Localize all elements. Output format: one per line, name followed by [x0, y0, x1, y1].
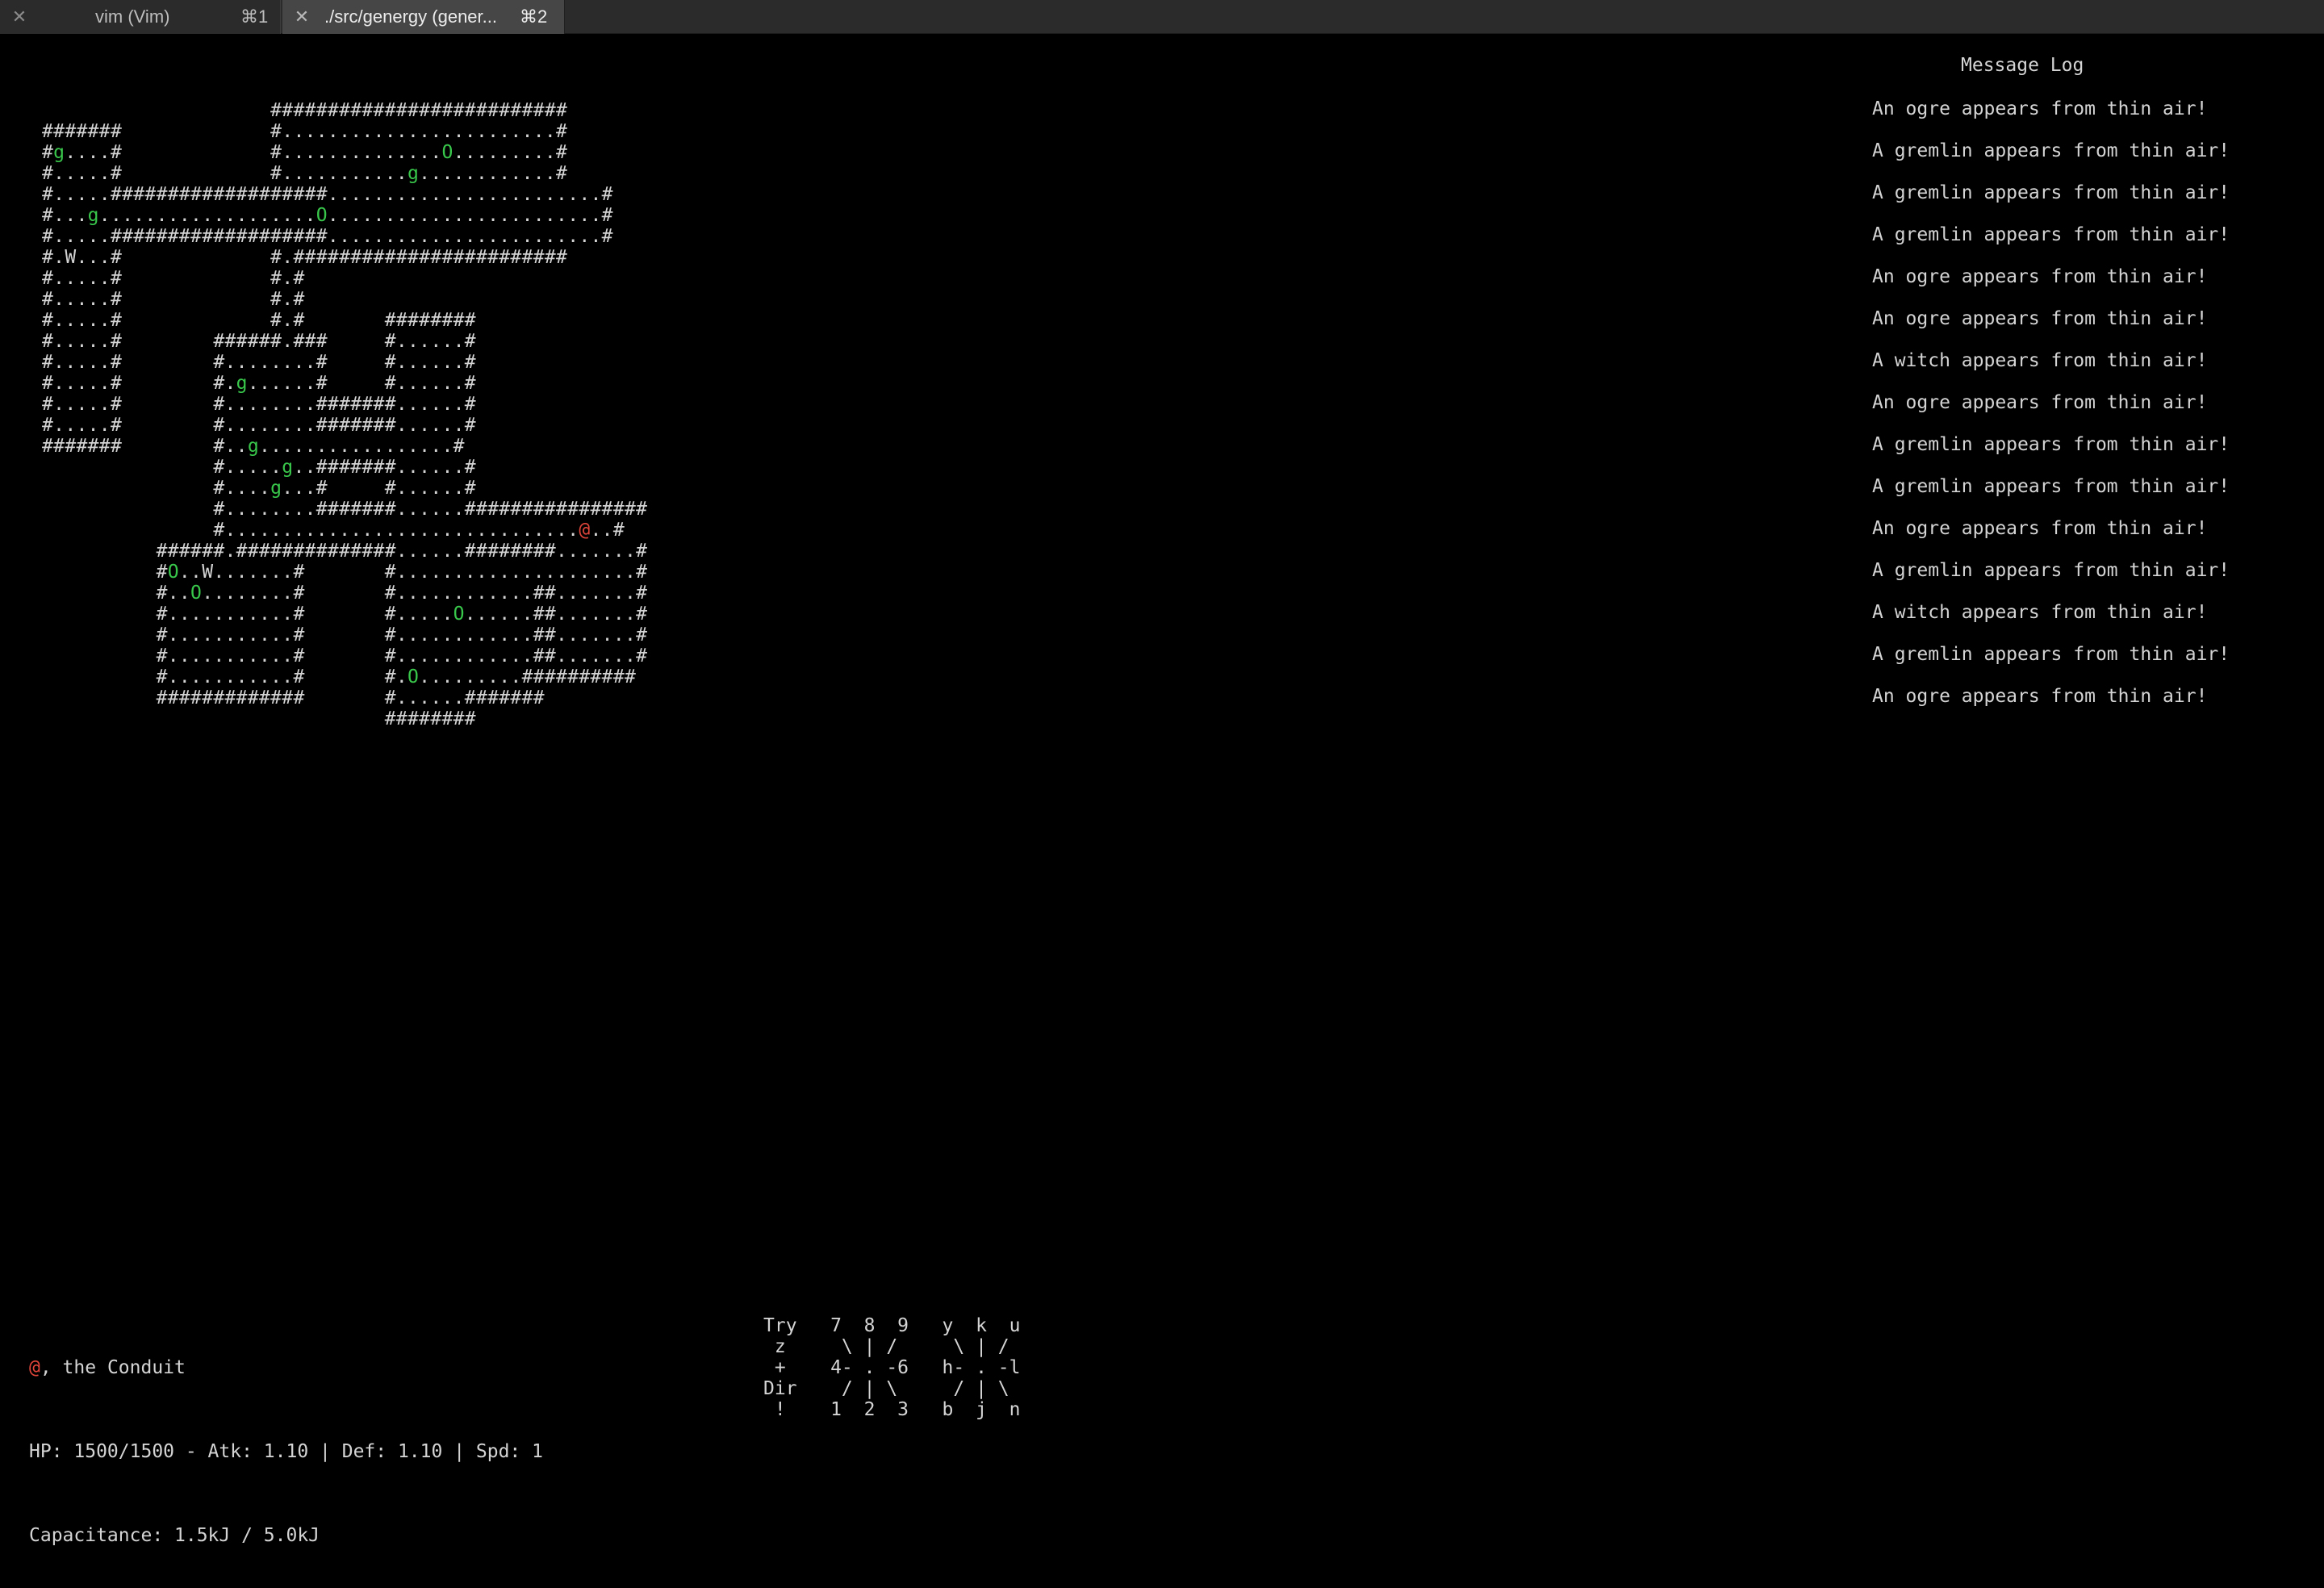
- monster-glyph: g: [247, 436, 259, 457]
- direction-help-line: + 4- . -6 h- . -l: [763, 1357, 1021, 1378]
- close-tab-icon[interactable]: ✕: [294, 8, 310, 26]
- direction-help-line: ! 1 2 3 b j n: [763, 1399, 1021, 1420]
- monster-glyph: g: [236, 373, 248, 394]
- monster-glyph: g: [53, 142, 65, 163]
- map-row: #.....# #.#: [42, 268, 305, 289]
- log-message: A witch appears from thin air!: [1872, 350, 2208, 371]
- map-row: #.....###################...............…: [42, 184, 613, 205]
- player-glyph: @: [29, 1357, 40, 1378]
- map-row: #.....# #.# ########: [42, 310, 476, 331]
- player-glyph: @: [579, 520, 591, 541]
- monster-glyph: O: [453, 604, 465, 625]
- close-tab-icon[interactable]: ✕: [11, 8, 27, 26]
- map-row: #........#######......################: [213, 499, 648, 520]
- tab-shortcut: ⌘1: [240, 6, 269, 27]
- dungeon-map: ########################## ####### #.....…: [42, 100, 647, 729]
- map-row: #...........# #.O.........##########: [156, 667, 637, 687]
- monster-glyph: g: [270, 478, 282, 499]
- map-row: #.....# ######.### #......#: [42, 331, 476, 352]
- map-row: ####### #........................#: [42, 121, 568, 142]
- monster-glyph: g: [408, 163, 420, 184]
- log-message: An ogre appears from thin air!: [1872, 686, 2208, 707]
- log-message: A gremlin appears from thin air!: [1872, 434, 2230, 455]
- tab-title: vim (Vim): [95, 6, 170, 27]
- tab-genergy[interactable]: ✕ ./src/genergy (gener... ⌘2: [282, 0, 565, 34]
- message-log: An ogre appears from thin air! A gremlin …: [1872, 98, 2230, 728]
- map-row: ########: [384, 708, 476, 729]
- map-row: #...........# #.....O......##.......#: [156, 604, 648, 625]
- map-row: #.....# #.#: [42, 289, 305, 310]
- tab-vim[interactable]: ✕ vim (Vim) ⌘1: [0, 0, 281, 34]
- map-row: #...........# #............##.......#: [156, 646, 648, 667]
- map-row: ##########################: [270, 100, 568, 121]
- map-row: ####### #..g.................#: [42, 436, 465, 457]
- direction-help-line: Dir / | \ / | \: [763, 1378, 1009, 1399]
- monster-glyph: O: [408, 667, 420, 687]
- log-message: A gremlin appears from thin air!: [1872, 644, 2230, 665]
- map-row: #.....# #........# #......#: [42, 352, 476, 373]
- direction-help-line: z \ | / \ | /: [763, 1336, 1009, 1357]
- player-status: @, the Conduit HP: 1500/1500 - Atk: 1.10…: [29, 1315, 543, 1588]
- monster-glyph: O: [316, 205, 328, 226]
- map-row: #.....# #........#######......#: [42, 394, 476, 415]
- log-message: A gremlin appears from thin air!: [1872, 140, 2230, 161]
- log-message: An ogre appears from thin air!: [1872, 518, 2208, 539]
- monster-glyph: g: [87, 205, 99, 226]
- player-capacitance: Capacitance: 1.5kJ / 5.0kJ: [29, 1525, 320, 1546]
- map-row: ######.##############......########.....…: [156, 541, 648, 562]
- direction-help: Try 7 8 9 y k u z \ | / \ | / + 4- . -6 …: [763, 1315, 1021, 1420]
- direction-help-line: Try 7 8 9 y k u: [763, 1315, 1021, 1336]
- map-row: #.....g..#######......#: [213, 457, 476, 478]
- monster-glyph: O: [190, 583, 203, 604]
- map-row: #....g...# #......#: [213, 478, 476, 499]
- map-row: #.....# #.g......# #......#: [42, 373, 476, 394]
- tab-shortcut: ⌘2: [520, 6, 548, 27]
- monster-glyph: g: [282, 457, 294, 478]
- log-message: An ogre appears from thin air!: [1872, 266, 2208, 287]
- log-message: An ogre appears from thin air!: [1872, 392, 2208, 413]
- log-message: A gremlin appears from thin air!: [1872, 224, 2230, 245]
- map-row: #.....# #...........g............#: [42, 163, 568, 184]
- log-message: An ogre appears from thin air!: [1872, 308, 2208, 329]
- monster-glyph: O: [167, 562, 179, 583]
- monster-glyph: O: [441, 142, 454, 163]
- log-message: A gremlin appears from thin air!: [1872, 182, 2230, 203]
- map-row: #.....###################...............…: [42, 226, 613, 247]
- map-row: #.W...# #.########################: [42, 247, 568, 268]
- tab-title: ./src/genergy (gener...: [324, 6, 497, 27]
- log-message: A gremlin appears from thin air!: [1872, 560, 2230, 581]
- message-log-title: Message Log: [1961, 55, 2084, 76]
- map-row: #g....# #..............O.........#: [42, 142, 568, 163]
- map-row: ############# #......#######: [156, 687, 545, 708]
- map-row: #.....# #........#######......#: [42, 415, 476, 436]
- tab-bar: ✕ vim (Vim) ⌘1 ✕ ./src/genergy (gener...…: [0, 0, 2324, 34]
- map-row: #O..W.......# #.....................#: [156, 562, 648, 583]
- map-row: #...g...................O...............…: [42, 205, 613, 226]
- player-title: , the Conduit: [40, 1357, 186, 1378]
- map-row: #...........# #............##.......#: [156, 625, 648, 646]
- map-row: #..O........# #............##.......#: [156, 583, 648, 604]
- log-message: An ogre appears from thin air!: [1872, 98, 2208, 119]
- player-stats: HP: 1500/1500 - Atk: 1.10 | Def: 1.10 | …: [29, 1441, 543, 1462]
- log-message: A witch appears from thin air!: [1872, 602, 2208, 623]
- log-message: A gremlin appears from thin air!: [1872, 476, 2230, 497]
- map-row: #...............................@..#: [213, 520, 625, 541]
- player-name-line: @, the Conduit: [29, 1357, 543, 1399]
